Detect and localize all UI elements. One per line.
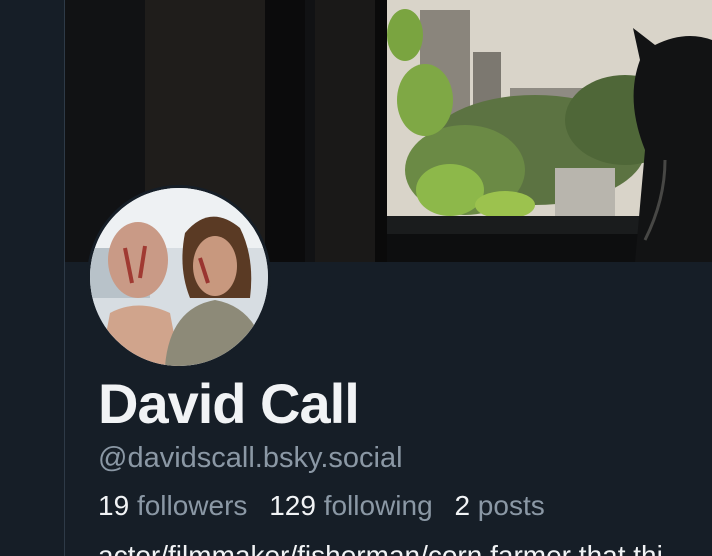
- left-sidebar-gutter: [0, 0, 64, 556]
- profile-display-name: David Call: [98, 372, 360, 435]
- followers-count: 19: [98, 490, 130, 521]
- profile-stats: 19 followers 129 following 2 posts: [98, 488, 712, 524]
- following-count: 129: [269, 490, 316, 521]
- profile-bio: actor/filmmaker/fisherman/corn farmer th…: [98, 540, 663, 556]
- posts-count: 2: [454, 490, 471, 521]
- profile-avatar[interactable]: [87, 185, 271, 369]
- following-stat[interactable]: 129 following: [269, 490, 440, 521]
- profile-info: David Call @davidscall.bsky.social 19 fo…: [98, 372, 712, 524]
- followers-label: followers: [136, 490, 248, 521]
- posts-stat: 2 posts: [454, 490, 544, 521]
- posts-label: posts: [477, 490, 545, 521]
- followers-stat[interactable]: 19 followers: [98, 490, 255, 521]
- profile-handle: @davidscall.bsky.social: [98, 442, 403, 474]
- following-label: following: [323, 490, 433, 521]
